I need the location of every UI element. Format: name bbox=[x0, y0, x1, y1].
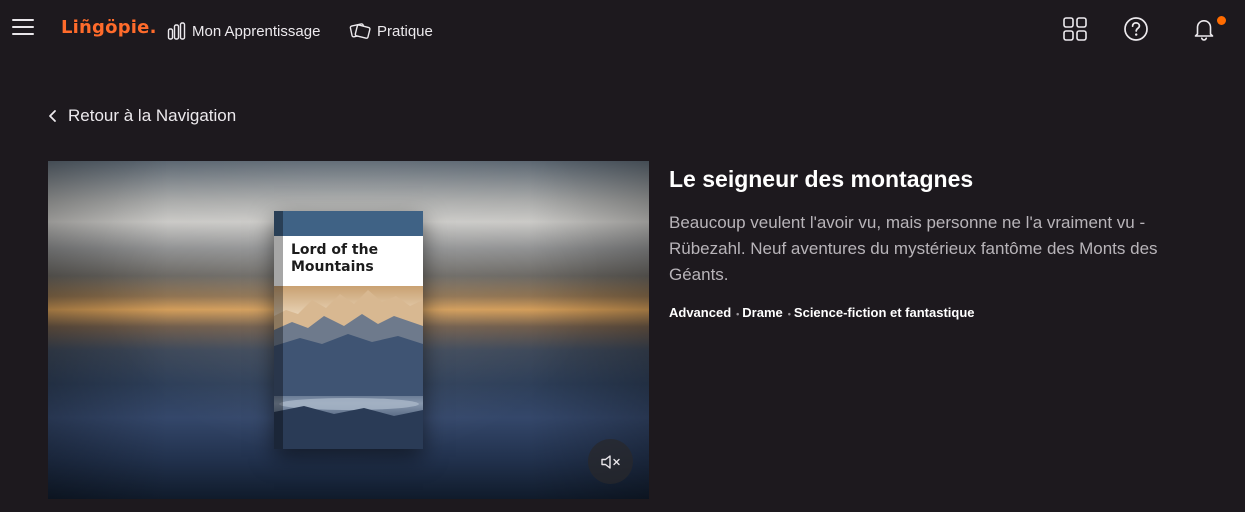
back-to-navigation-link[interactable]: Retour à la Navigation bbox=[47, 106, 236, 126]
nav-practice[interactable]: Pratique bbox=[349, 22, 433, 40]
tag-separator: • bbox=[736, 308, 740, 319]
bar-chart-icon bbox=[167, 22, 186, 40]
volume-mute-icon bbox=[600, 454, 620, 469]
book-spine bbox=[274, 211, 283, 449]
notification-badge bbox=[1215, 14, 1228, 27]
help-icon[interactable] bbox=[1123, 16, 1149, 42]
book-cover: Lord of the Mountains bbox=[274, 211, 423, 449]
mountain-illustration bbox=[274, 290, 423, 449]
tag-list: Advanced • Drame • Science-fiction et fa… bbox=[669, 305, 975, 320]
grid-icon[interactable] bbox=[1062, 16, 1088, 42]
book-title: Lord of the Mountains bbox=[291, 242, 379, 275]
tag-level[interactable]: Advanced bbox=[669, 305, 731, 320]
chevron-left-icon bbox=[49, 110, 56, 122]
tag-separator: • bbox=[787, 308, 791, 319]
tag-genre[interactable]: Drame bbox=[742, 305, 782, 320]
hero-video[interactable]: Lord of the Mountains bbox=[48, 161, 649, 499]
mute-button[interactable] bbox=[588, 439, 633, 484]
bell-icon[interactable] bbox=[1191, 16, 1217, 42]
logo[interactable]: Liñgöpie. bbox=[61, 17, 157, 38]
book-title-panel: Lord of the Mountains bbox=[274, 236, 423, 286]
menu-icon[interactable] bbox=[12, 19, 34, 37]
content-description: Beaucoup veulent l'avoir vu, mais person… bbox=[669, 213, 1158, 284]
cards-icon bbox=[349, 23, 371, 39]
back-link-label: Retour à la Navigation bbox=[68, 106, 237, 125]
book-cover-art bbox=[274, 286, 423, 449]
top-bar: Liñgöpie. Mon Apprentissage Pratique bbox=[0, 0, 1245, 60]
nav-label: Pratique bbox=[377, 22, 433, 40]
nav-my-learning[interactable]: Mon Apprentissage bbox=[167, 22, 320, 40]
tag-genre[interactable]: Science-fiction et fantastique bbox=[794, 305, 975, 320]
content-title: Le seigneur des montagnes bbox=[669, 166, 974, 192]
book-cover-band bbox=[274, 211, 423, 236]
nav-label: Mon Apprentissage bbox=[192, 22, 321, 40]
